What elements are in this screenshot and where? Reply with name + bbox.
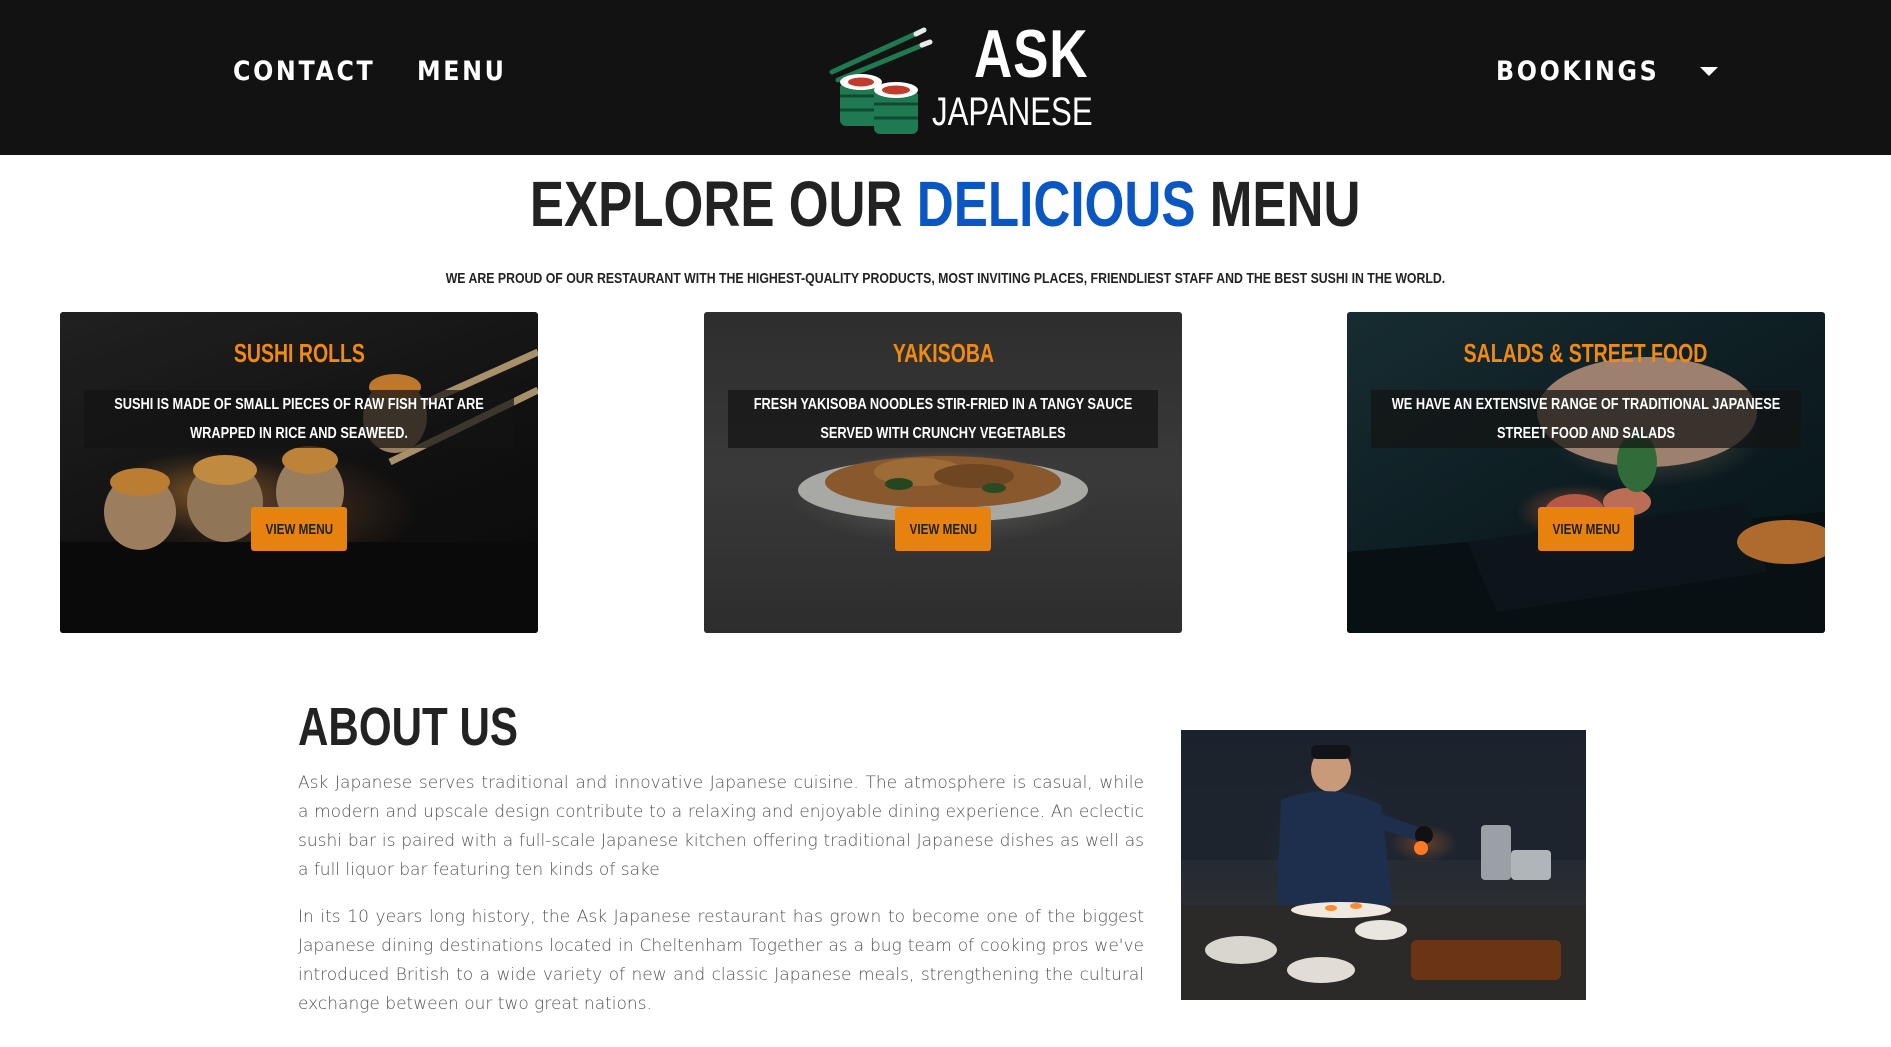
menu-card-yakisoba: YAKISOBA FRESH YAKISOBA NOODLES STIR-FRI… <box>704 312 1182 633</box>
about-title: ABOUT US <box>298 697 518 757</box>
card-title-text: SALADS & STREET FOOD <box>1464 338 1708 368</box>
nav-link-contact[interactable]: CONTACT <box>233 56 375 87</box>
about-paragraph-2: In its 10 years long history, the Ask Ja… <box>298 907 1144 1014</box>
view-menu-button-yakisoba[interactable]: VIEW MENU <box>895 507 991 551</box>
card-description-text: SUSHI IS MADE OF SMALL PIECES OF RAW FIS… <box>114 396 484 442</box>
card-description: FRESH YAKISOBA NOODLES STIR-FRIED IN A T… <box>728 390 1158 448</box>
nav-left-links: CONTACT MENU <box>233 56 519 87</box>
menu-card-sushi-rolls: SUSHI ROLLS SUSHI IS MADE OF SMALL PIECE… <box>60 312 538 633</box>
logo-text-japanese: JAPANESE <box>932 90 1093 134</box>
page-title: EXPLORE OUR DELICIOUS MENU <box>0 172 1891 236</box>
nav-link-bookings[interactable]: BOOKINGS <box>1496 56 1659 87</box>
bookings-dropdown[interactable]: BOOKINGS <box>1496 56 1718 87</box>
sushi-chopsticks-icon <box>829 27 933 134</box>
view-menu-button-sushi[interactable]: VIEW MENU <box>251 507 347 551</box>
site-logo[interactable]: ASK JAPANESE <box>826 16 1093 138</box>
view-menu-button-street-food[interactable]: VIEW MENU <box>1538 507 1634 551</box>
card-title: YAKISOBA <box>704 340 1182 366</box>
top-navbar: CONTACT MENU ASK JAPANESE BOOKINGS <box>0 0 1891 155</box>
card-title: SUSHI ROLLS <box>60 340 538 366</box>
card-description: SUSHI IS MADE OF SMALL PIECES OF RAW FIS… <box>84 390 514 448</box>
title-part-1: EXPLORE OUR <box>530 168 918 240</box>
title-part-2: MENU <box>1195 168 1361 240</box>
view-menu-label: VIEW MENU <box>909 520 977 538</box>
card-title: SALADS & STREET FOOD <box>1347 340 1825 366</box>
page-subtitle-text: WE ARE PROUD OF OUR RESTAURANT WITH THE … <box>445 270 1446 287</box>
chef-scene-graphic <box>1181 730 1586 1000</box>
title-accent: DELICIOUS <box>917 168 1196 240</box>
card-description: WE HAVE AN EXTENSIVE RANGE OF TRADITIONA… <box>1371 390 1801 448</box>
card-description-text: WE HAVE AN EXTENSIVE RANGE OF TRADITIONA… <box>1391 396 1781 442</box>
logo-text-ask: ASK <box>974 16 1089 92</box>
menu-card-salads-street-food: SALADS & STREET FOOD WE HAVE AN EXTENSIV… <box>1347 312 1825 633</box>
about-paragraph-1: Ask Japanese serves traditional and inno… <box>298 773 1144 880</box>
page-subtitle: WE ARE PROUD OF OUR RESTAURANT WITH THE … <box>0 271 1891 286</box>
card-description-text: FRESH YAKISOBA NOODLES STIR-FRIED IN A T… <box>753 396 1133 442</box>
card-title-text: YAKISOBA <box>892 338 994 368</box>
nav-link-menu[interactable]: MENU <box>417 56 507 87</box>
card-title-text: SUSHI ROLLS <box>233 338 365 368</box>
view-menu-label: VIEW MENU <box>265 520 333 538</box>
chef-cooking-photo <box>1181 730 1586 1000</box>
view-menu-label: VIEW MENU <box>1552 520 1620 538</box>
caret-down-icon[interactable] <box>1699 67 1718 76</box>
